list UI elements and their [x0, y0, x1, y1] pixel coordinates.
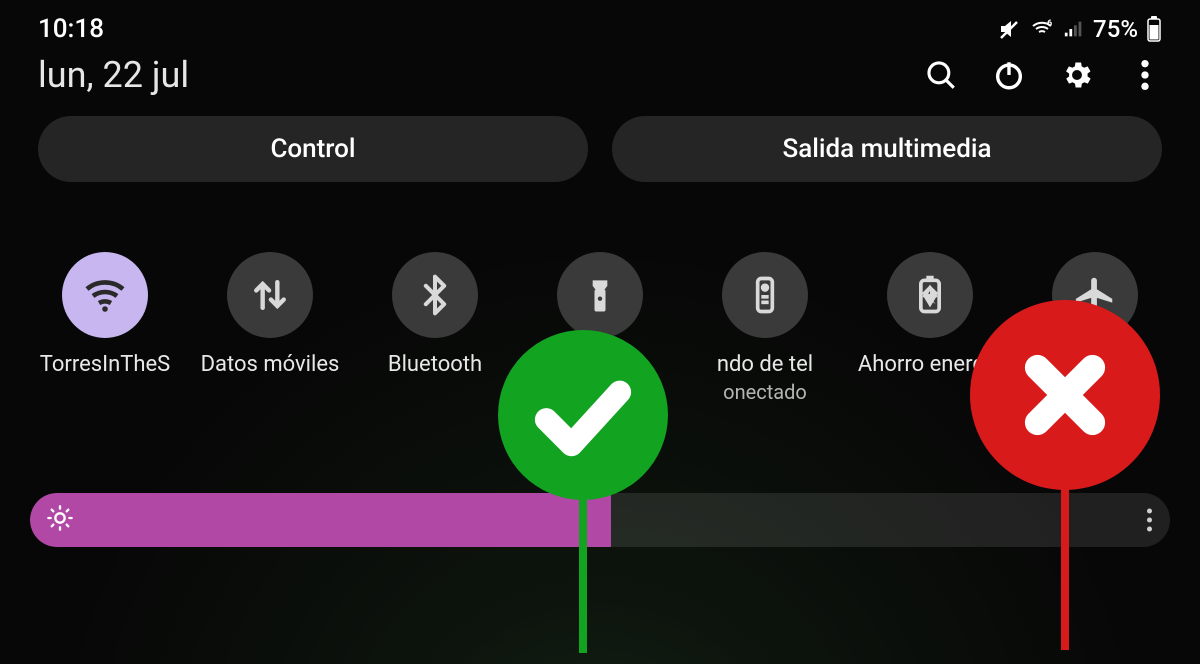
signal-icon: [1063, 18, 1085, 40]
slider-fill: [30, 493, 611, 547]
more-button[interactable]: [1128, 58, 1162, 92]
device-control-button[interactable]: Control: [38, 116, 588, 182]
tile-label: TorresInTheS: [40, 352, 170, 378]
tile-sublabel: onectado: [723, 380, 807, 404]
brightness-slider[interactable]: [30, 493, 1170, 547]
search-button[interactable]: [924, 58, 958, 92]
brightness-more-button[interactable]: [1147, 509, 1152, 532]
panel-pills: Control Salida multimedia: [0, 96, 1200, 182]
flashlight-icon: [557, 252, 643, 338]
panel-header: lun, 22 jul: [0, 44, 1200, 96]
svg-text:6: 6: [1047, 19, 1052, 29]
tile-label: Datos móviles: [201, 352, 340, 378]
ok-stamp-icon: [498, 330, 668, 500]
wifi-calling-icon: 6: [1029, 17, 1055, 41]
tile-wifi[interactable]: TorresInTheS: [30, 252, 180, 404]
settings-button[interactable]: [1060, 58, 1094, 92]
status-bar: 10:18 6 75%: [0, 0, 1200, 44]
tile-remote[interactable]: ndo de tel onectado: [690, 252, 840, 404]
media-output-button[interactable]: Salida multimedia: [612, 116, 1162, 182]
mute-vibrate-icon: [997, 17, 1021, 41]
header-actions: [924, 58, 1162, 92]
mobile-data-icon: [227, 252, 313, 338]
power-button[interactable]: [992, 58, 1026, 92]
status-time: 10:18: [38, 14, 104, 44]
brightness-icon: [46, 504, 74, 536]
tile-label: Bluetooth: [388, 352, 482, 378]
tile-bluetooth[interactable]: Bluetooth: [360, 252, 510, 404]
battery-saver-icon: [887, 252, 973, 338]
slider-track: [30, 493, 1170, 547]
no-stamp-icon: [970, 300, 1160, 490]
battery-icon: [1146, 16, 1162, 42]
panel-date: lun, 22 jul: [38, 54, 189, 96]
tile-label: ndo de tel: [717, 352, 813, 378]
tile-mobile-data[interactable]: Datos móviles: [195, 252, 345, 404]
battery-percent: 75%: [1093, 15, 1138, 43]
status-right: 6 75%: [997, 15, 1162, 43]
wifi-icon: [62, 252, 148, 338]
remote-icon: [722, 252, 808, 338]
bluetooth-icon: [392, 252, 478, 338]
